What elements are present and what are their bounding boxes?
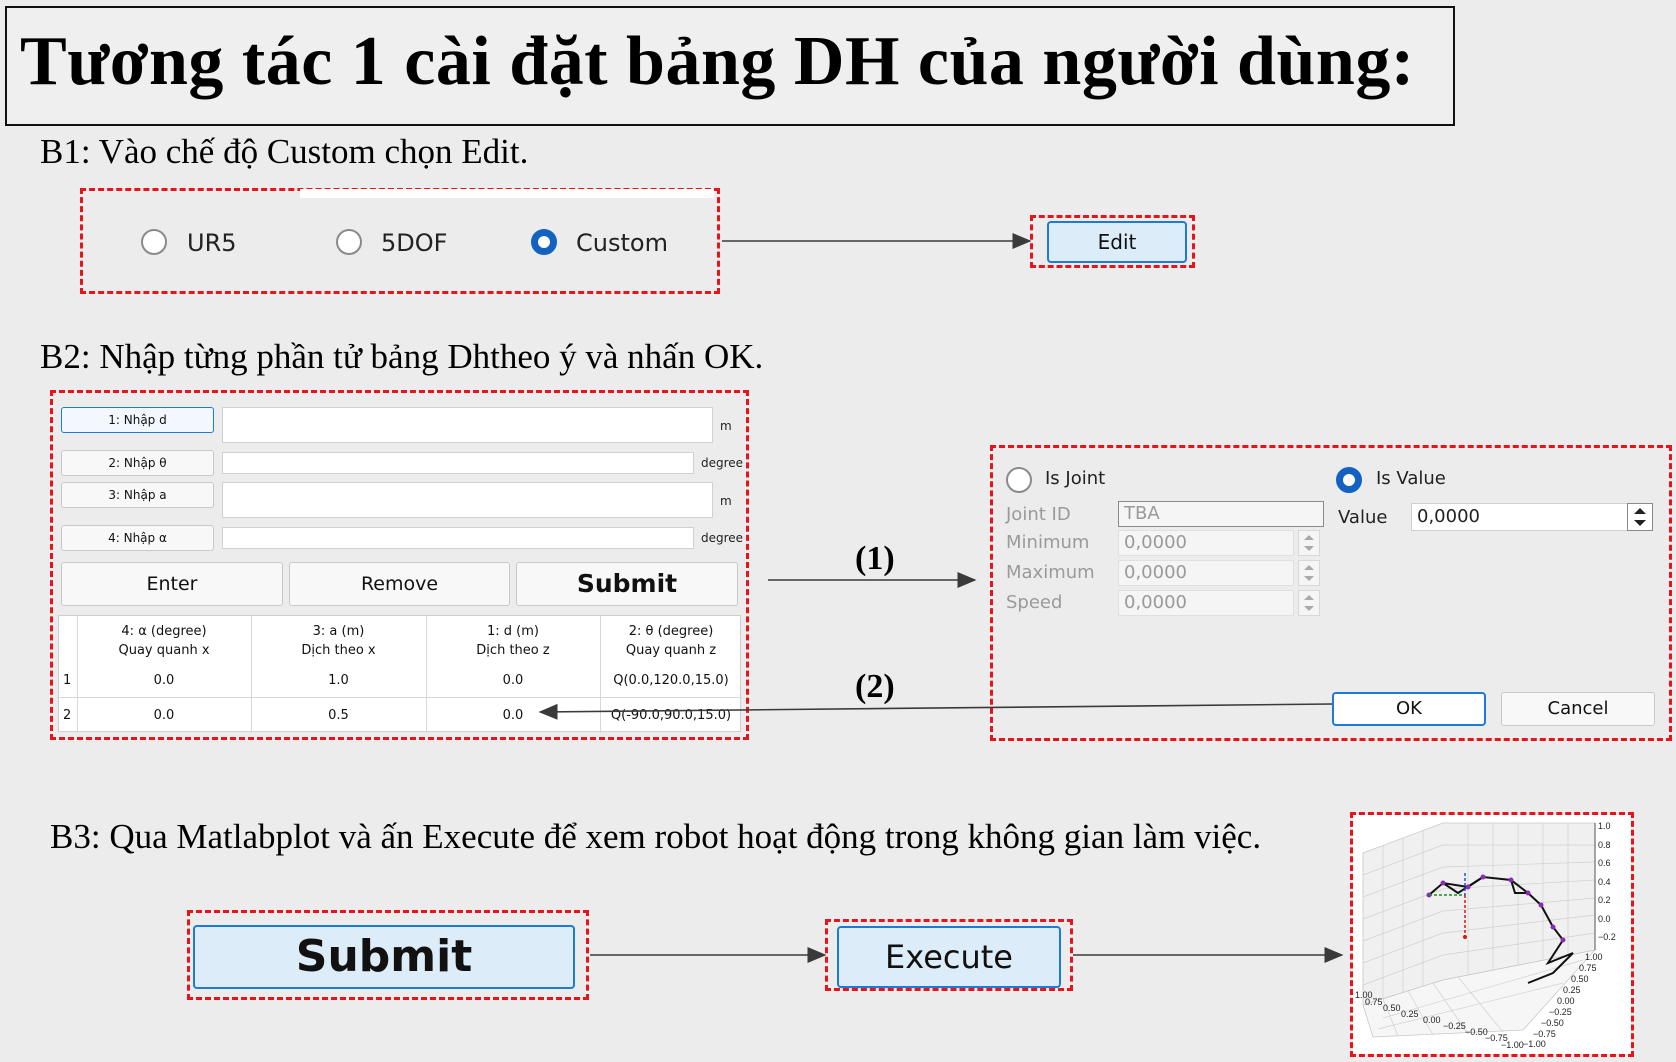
field-theta-unit: degree — [701, 456, 744, 470]
speed-input[interactable]: 0,0000 — [1118, 590, 1294, 616]
header-line1: 3: a (m) — [312, 624, 365, 639]
edit-button[interactable]: Edit — [1047, 221, 1187, 263]
radio-ur5-label: UR5 — [187, 229, 237, 257]
radio-5dof-label: 5DOF — [381, 229, 448, 257]
table-cell[interactable]: 0.0 — [77, 673, 251, 688]
y-tick: −1.00 — [1523, 1039, 1546, 1049]
table-header-alpha: 4: α (degree) Quay quanh x — [77, 622, 251, 660]
field-theta-label-button[interactable]: 2: Nhập θ — [61, 450, 214, 476]
table-cell[interactable]: 0.0 — [426, 673, 600, 688]
z-tick: 0.2 — [1598, 895, 1611, 905]
header-line2: Quay quanh x — [118, 643, 210, 658]
speed-label: Speed — [1006, 592, 1063, 613]
field-d-label-button[interactable]: 1: Nhập d — [61, 407, 214, 433]
radio-custom[interactable] — [531, 229, 557, 255]
table-cell[interactable]: 0.0 — [77, 708, 251, 723]
plot3d-area: 1.0 0.8 0.6 0.4 0.2 0.0 −0.2 1.00 0.75 0… — [1353, 815, 1631, 1054]
joint-id-label: Joint ID — [1006, 504, 1071, 525]
value-input[interactable]: 0,0000 — [1411, 503, 1629, 531]
radio-is-joint-label: Is Joint — [1045, 468, 1106, 489]
enter-button[interactable]: Enter — [61, 562, 283, 606]
minimum-spin-arrows-icon[interactable] — [1298, 530, 1320, 556]
field-alpha-label-button[interactable]: 4: Nhập α — [61, 525, 214, 551]
x-tick: 0.50 — [1383, 1003, 1401, 1013]
header-line1: 4: α (degree) — [121, 624, 207, 639]
table-cell[interactable]: 0.5 — [251, 708, 426, 723]
radio-is-joint[interactable] — [1006, 467, 1032, 493]
table-cell[interactable]: Q(0.0,120.0,15.0) — [600, 673, 742, 688]
header-line2: Quay quanh z — [625, 643, 717, 658]
y-tick: −0.25 — [1549, 1007, 1572, 1017]
table-cell[interactable]: Q(-90.0,90.0,15.0) — [600, 708, 742, 723]
execute-button[interactable]: Execute — [837, 926, 1061, 988]
y-tick: −0.50 — [1541, 1018, 1564, 1028]
y-tick: 1.00 — [1585, 952, 1603, 962]
joint-id-input[interactable]: TBA — [1118, 501, 1324, 527]
submit-button-small[interactable]: Submit — [516, 562, 738, 606]
field-d-input[interactable] — [222, 407, 713, 443]
radio-custom-label: Custom — [576, 229, 668, 257]
maximum-label: Maximum — [1006, 562, 1095, 583]
field-alpha-input[interactable] — [222, 527, 694, 549]
table-cell[interactable]: 0.0 — [426, 708, 600, 723]
x-tick: 0.25 — [1401, 1009, 1419, 1019]
minimum-label: Minimum — [1006, 532, 1090, 553]
z-axis-ticks: 1.0 0.8 0.6 0.4 0.2 0.0 −0.2 — [1598, 817, 1616, 947]
z-tick: 0.6 — [1598, 858, 1611, 868]
x-tick: 0.75 — [1365, 997, 1383, 1007]
maximum-spin-arrows-icon[interactable] — [1298, 560, 1320, 586]
submit-button-large[interactable]: Submit — [193, 925, 575, 989]
radio-5dof[interactable] — [336, 229, 362, 255]
y-tick: 0.50 — [1571, 974, 1589, 984]
y-tick: 0.25 — [1563, 985, 1581, 995]
field-alpha-unit: degree — [701, 531, 744, 545]
table-header-theta: 2: θ (degree) Quay quanh z — [600, 622, 742, 660]
x-tick: −0.25 — [1443, 1021, 1466, 1031]
plot3d-canvas — [1362, 822, 1597, 1038]
speed-spin-arrows-icon[interactable] — [1298, 590, 1320, 616]
z-tick: 1.0 — [1598, 821, 1611, 831]
value-label: Value — [1338, 507, 1388, 528]
minimum-input[interactable]: 0,0000 — [1118, 530, 1294, 556]
maximum-input[interactable]: 0,0000 — [1118, 560, 1294, 586]
y-tick: 0.75 — [1579, 963, 1597, 973]
table-divider — [59, 697, 742, 698]
x-tick: −1.00 — [1501, 1040, 1524, 1050]
field-a-input[interactable] — [222, 482, 713, 518]
ok-button[interactable]: OK — [1332, 692, 1486, 726]
field-a-unit: m — [720, 494, 732, 508]
cancel-button[interactable]: Cancel — [1501, 692, 1655, 726]
table-cell[interactable]: 1.0 — [251, 673, 426, 688]
page-title: Tương tác 1 cài đặt bảng DH của người dù… — [20, 23, 1415, 100]
field-a-label-button[interactable]: 3: Nhập a — [61, 482, 214, 508]
header-line2: Dịch theo z — [476, 643, 550, 658]
table-header-a: 3: a (m) Dịch theo x — [251, 622, 426, 660]
step-2-text: B2: Nhập từng phần tử bảng Dhtheo ý và n… — [40, 337, 764, 376]
mode-panel-edge — [300, 189, 714, 198]
x-tick: 0.00 — [1423, 1015, 1441, 1025]
radio-is-value[interactable] — [1336, 467, 1362, 493]
field-theta-input[interactable] — [222, 452, 694, 474]
arrow-label-2: (2) — [855, 668, 895, 705]
radio-ur5[interactable] — [141, 229, 167, 255]
y-tick: 0.00 — [1557, 996, 1575, 1006]
y-tick: −0.75 — [1533, 1029, 1556, 1039]
z-tick: 0.0 — [1598, 913, 1611, 924]
arrow-label-1: (1) — [855, 540, 895, 577]
radio-is-value-label: Is Value — [1376, 468, 1446, 489]
z-tick: −0.2 — [1598, 932, 1616, 942]
step-3-text: B3: Qua Matlabplot và ấn Execute để xem … — [50, 817, 1262, 856]
header-line1: 1: d (m) — [487, 624, 539, 639]
z-tick: 0.4 — [1598, 876, 1611, 887]
field-d-unit: m — [720, 419, 732, 433]
table-header-d: 1: d (m) Dịch theo z — [426, 622, 600, 660]
header-line2: Dịch theo x — [301, 643, 376, 658]
header-line1: 2: θ (degree) — [628, 624, 714, 639]
value-spin-arrows-icon[interactable] — [1627, 503, 1653, 531]
dh-table: 4: α (degree) Quay quanh x 3: a (m) Dịch… — [58, 615, 742, 733]
remove-button[interactable]: Remove — [289, 562, 510, 606]
z-tick: 0.8 — [1598, 839, 1611, 850]
step-1-text: B1: Vào chế độ Custom chọn Edit. — [40, 132, 529, 171]
